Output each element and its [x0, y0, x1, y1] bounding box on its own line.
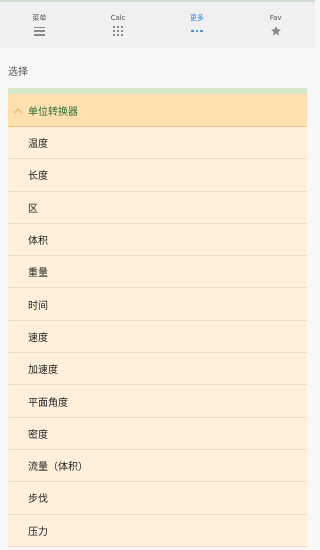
tab-fav-label: Fav — [269, 14, 282, 22]
list-item-pace[interactable]: 步伐 — [8, 482, 307, 515]
unit-converter-panel: 单位转换器 温度 长度 区 体积 重量 时间 速度 加速度 平面角度 密度 流量… — [8, 88, 307, 547]
more-dots-icon — [191, 25, 203, 37]
list-item-label: 步伐 — [28, 494, 48, 506]
unit-converter-header[interactable]: 单位转换器 — [8, 94, 307, 127]
section-title: 选择 — [8, 67, 28, 78]
menu-icon — [33, 25, 45, 37]
list-item-label: 重量 — [28, 268, 48, 280]
list-item-plane-angle[interactable]: 平面角度 — [8, 385, 307, 418]
list-item-time[interactable]: 时间 — [8, 288, 307, 321]
tab-calc[interactable]: Calc — [79, 2, 158, 48]
list-item-label: 平面角度 — [28, 397, 68, 409]
list-item-volume[interactable]: 体积 — [8, 224, 307, 257]
list-item-label: 温度 — [28, 139, 48, 151]
list-item-label: 流量（体积） — [28, 462, 88, 474]
list-item-area[interactable]: 区 — [8, 192, 307, 224]
top-tab-bar: 菜单 Calc 更多 Fav — [0, 2, 315, 48]
tab-calc-label: Calc — [110, 14, 126, 22]
unit-converter-title: 单位转换器 — [28, 106, 78, 118]
list-item-weight[interactable]: 重量 — [8, 256, 307, 289]
list-item-label: 体积 — [28, 236, 48, 248]
list-item-label: 区 — [28, 203, 38, 215]
list-item-temperature[interactable]: 温度 — [8, 127, 307, 160]
tab-menu-label: 菜单 — [32, 14, 47, 22]
list-item-label: 压力 — [28, 526, 48, 538]
list-item-label: 速度 — [28, 332, 48, 344]
list-item-density[interactable]: 密度 — [8, 418, 307, 450]
list-item-pressure[interactable]: 压力 — [8, 515, 307, 547]
list-item-label: 长度 — [28, 171, 48, 183]
list-item-label: 时间 — [28, 300, 48, 312]
list-item-flow-volume[interactable]: 流量（体积） — [8, 450, 307, 483]
star-icon — [270, 25, 282, 37]
list-item-speed[interactable]: 速度 — [8, 321, 307, 354]
tab-more[interactable]: 更多 — [158, 2, 237, 48]
list-item-acceleration[interactable]: 加速度 — [8, 353, 307, 386]
chevron-up-icon — [12, 106, 23, 114]
tab-fav[interactable]: Fav — [236, 2, 315, 48]
list-item-length[interactable]: 长度 — [8, 159, 307, 192]
tab-menu[interactable]: 菜单 — [0, 2, 79, 48]
unit-list: 温度 长度 区 体积 重量 时间 速度 加速度 平面角度 密度 流量（体积） 步… — [8, 127, 307, 547]
list-item-label: 加速度 — [28, 365, 58, 377]
tab-more-label: 更多 — [189, 14, 204, 22]
list-item-label: 密度 — [28, 429, 48, 441]
grid-icon — [113, 25, 124, 37]
